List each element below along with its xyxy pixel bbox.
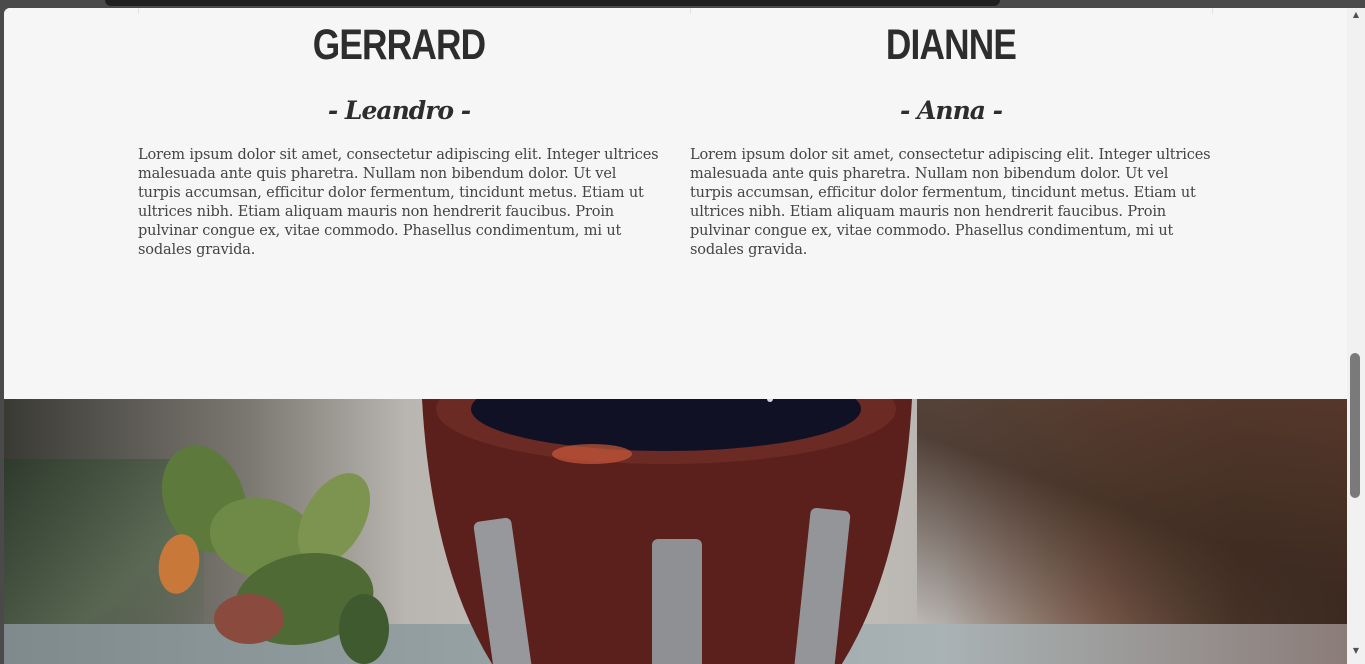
member-nickname: - Leandro - — [327, 96, 471, 125]
member-bio: Lorem ipsum dolor sit amet, consectetur … — [138, 147, 659, 258]
member-nickname: - Anna - — [899, 96, 1003, 125]
browser-top-edge — [105, 0, 1000, 6]
photo-background-shade — [917, 399, 1347, 624]
chevron-down-icon[interactable]: ▼ — [1351, 646, 1361, 656]
team-member-card: DIANNE - Anna - Lorem ipsum dolor sit am… — [690, 8, 1212, 260]
chevron-up-icon[interactable]: ▲ — [1351, 10, 1361, 20]
vertical-scrollbar[interactable] — [1347, 8, 1365, 664]
member-name: DIANNE — [885, 21, 1017, 69]
member-bio: Lorem ipsum dolor sit amet, consectetur … — [690, 147, 1211, 258]
member-name: GERRARD — [312, 21, 486, 69]
coffee-photo-banner — [4, 399, 1347, 664]
plant-leaves-image — [158, 445, 389, 664]
page-viewport: GERRARD - Leandro - Lorem ipsum dolor si… — [4, 8, 1347, 664]
scrollbar-thumb[interactable] — [1350, 353, 1360, 498]
team-section: GERRARD - Leandro - Lorem ipsum dolor si… — [4, 8, 1347, 399]
divider — [1212, 8, 1213, 14]
coffee-cup-image — [422, 399, 912, 664]
team-member-card: GERRARD - Leandro - Lorem ipsum dolor si… — [138, 8, 660, 260]
